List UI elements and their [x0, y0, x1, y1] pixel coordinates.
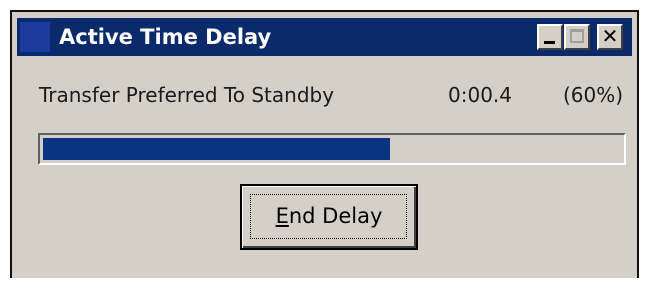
- elapsed-time: 0:00.4: [448, 83, 512, 107]
- end-delay-button[interactable]: End Delay: [240, 184, 418, 250]
- close-button[interactable]: ✕: [597, 24, 623, 50]
- mnemonic-letter: E: [275, 204, 289, 228]
- end-delay-button-label: End Delay: [242, 203, 416, 229]
- progress-fill: [43, 138, 390, 160]
- task-label: Transfer Preferred To Standby: [39, 83, 335, 107]
- progress-bar: [38, 133, 626, 165]
- title-bar[interactable]: Active Time Delay ✕: [17, 18, 632, 56]
- maximize-icon: [570, 29, 584, 43]
- active-time-delay-dialog: Active Time Delay ✕ Transfer Preferred T…: [10, 10, 639, 278]
- close-icon: ✕: [601, 24, 619, 48]
- percent-complete: (60%): [563, 83, 624, 107]
- minimize-button[interactable]: [537, 24, 563, 50]
- window-title: Active Time Delay: [59, 25, 272, 49]
- button-label-rest: nd Delay: [288, 204, 383, 228]
- maximize-button: [564, 24, 590, 50]
- window-app-icon: [20, 22, 50, 52]
- minimize-icon: [544, 41, 555, 44]
